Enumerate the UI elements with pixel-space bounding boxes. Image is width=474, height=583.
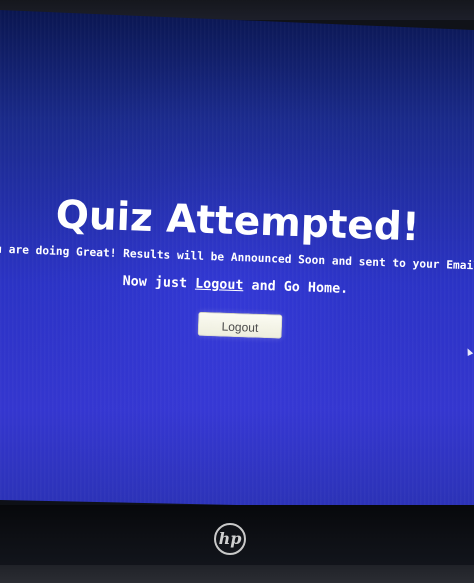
instruction-suffix: and Go Home.	[243, 278, 349, 297]
laptop-lower-edge	[0, 565, 474, 583]
photo-of-laptop-screen: Quiz Attempted! ou are doing Great! Resu…	[0, 0, 474, 583]
hp-logo-icon: hp	[214, 523, 246, 555]
logout-link[interactable]: Logout	[195, 277, 244, 294]
browser-screen: Quiz Attempted! ou are doing Great! Resu…	[0, 10, 474, 510]
quiz-result-panel: Quiz Attempted! ou are doing Great! Resu…	[0, 189, 474, 347]
logout-instruction: Now just Logout and Go Home.	[0, 267, 474, 304]
instruction-prefix: Now just	[122, 274, 196, 292]
logout-button[interactable]: Logout	[198, 312, 283, 339]
button-container: Logout	[0, 304, 474, 347]
mouse-cursor-icon	[465, 347, 473, 356]
